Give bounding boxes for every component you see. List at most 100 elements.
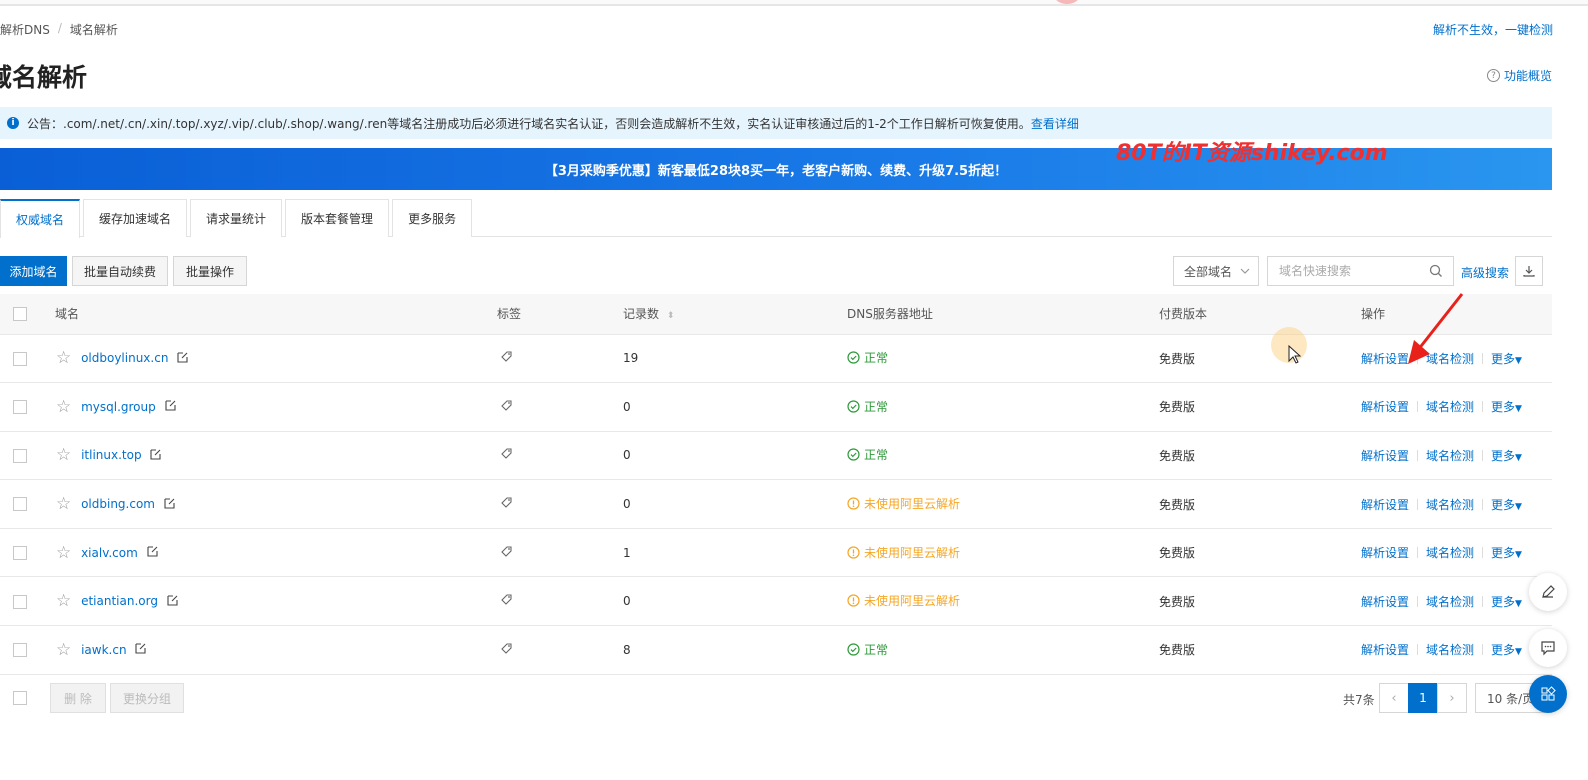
dns-status-text: 正常 (864, 399, 889, 414)
star-icon[interactable]: ☆ (56, 591, 71, 611)
add-domain-button[interactable]: 添加域名 (0, 256, 67, 286)
notice-detail-link[interactable]: 查看详细 (1031, 117, 1079, 131)
domain-link[interactable]: etiantian.org (81, 594, 158, 608)
header-records[interactable]: 记录数 ⬍ (623, 294, 847, 335)
dns-settings-link[interactable]: 解析设置 (1361, 447, 1409, 464)
edit-icon[interactable] (177, 351, 189, 366)
domain-search-input[interactable] (1268, 257, 1418, 285)
domain-check-link[interactable]: 域名检测 (1426, 398, 1474, 415)
tab-more-services[interactable]: 更多服务 (392, 199, 473, 237)
overview-link[interactable]: ? 功能概览 (1486, 67, 1552, 84)
edit-icon[interactable] (150, 448, 162, 463)
plan-version: 免费版 (1159, 448, 1196, 463)
tab-request-stats[interactable]: 请求量统计 (190, 199, 283, 237)
delete-button[interactable]: 删 除 (50, 683, 106, 713)
domain-link[interactable]: mysql.group (81, 400, 156, 414)
apps-float-button[interactable] (1529, 675, 1567, 713)
domain-link[interactable]: iawk.cn (81, 643, 126, 657)
star-icon[interactable]: ☆ (56, 494, 71, 514)
star-icon[interactable]: ☆ (56, 543, 71, 563)
domain-check-link[interactable]: 域名检测 (1426, 544, 1474, 561)
plan-version: 免费版 (1159, 546, 1196, 561)
header-dns-server: DNS服务器地址 (847, 294, 1159, 335)
tag-icon[interactable] (500, 399, 513, 415)
chat-float-button[interactable] (1529, 629, 1567, 667)
edit-icon[interactable] (167, 594, 179, 609)
dns-status-text: 未使用阿里云解析 (864, 594, 961, 609)
dns-status: 未使用阿里云解析 (847, 544, 960, 561)
more-dropdown[interactable]: 更多▼ (1491, 593, 1522, 610)
edit-icon[interactable] (147, 545, 159, 560)
domain-check-link[interactable]: 域名检测 (1426, 496, 1474, 513)
dns-settings-link[interactable]: 解析设置 (1361, 496, 1409, 513)
advanced-search-link[interactable]: 高级搜索 (1461, 264, 1509, 281)
tab-cache-domains[interactable]: 缓存加速域名 (83, 199, 188, 237)
select-all-checkbox[interactable] (13, 307, 27, 321)
one-click-detect-link[interactable]: 解析不生效，一键检测 (1433, 21, 1553, 38)
divider (1417, 644, 1419, 656)
change-group-button[interactable]: 更换分组 (110, 683, 184, 713)
row-checkbox[interactable] (13, 351, 27, 366)
batch-renew-button[interactable]: 批量自动续费 (72, 256, 168, 286)
search-icon[interactable] (1429, 264, 1443, 278)
star-icon[interactable]: ☆ (56, 445, 71, 465)
edit-float-button[interactable] (1529, 573, 1567, 611)
dns-status: 正常 (847, 398, 888, 415)
dns-status-text: 正常 (864, 642, 889, 657)
row-checkbox[interactable] (13, 448, 27, 463)
tab-authoritative-domains[interactable]: 权威域名 (0, 199, 81, 238)
dns-settings-link[interactable]: 解析设置 (1361, 544, 1409, 561)
domain-check-link[interactable]: 域名检测 (1426, 593, 1474, 610)
footer-select-all-checkbox[interactable] (13, 691, 27, 705)
download-button[interactable] (1515, 256, 1543, 286)
edit-icon[interactable] (135, 642, 147, 657)
breadcrumb: 云解析DNS / 域名解析 (0, 21, 118, 38)
tab-plan-management[interactable]: 版本套餐管理 (285, 199, 390, 237)
sort-icon[interactable]: ⬍ (667, 311, 675, 321)
domain-filter-select[interactable]: 全部域名 (1173, 256, 1259, 286)
more-dropdown[interactable]: 更多▼ (1491, 398, 1522, 415)
tag-icon[interactable] (500, 593, 513, 609)
more-dropdown[interactable]: 更多▼ (1491, 350, 1522, 367)
star-icon[interactable]: ☆ (56, 397, 71, 417)
tag-icon[interactable] (500, 447, 513, 463)
next-page-button[interactable]: › (1437, 683, 1467, 713)
tag-icon[interactable] (500, 496, 513, 512)
dns-settings-link[interactable]: 解析设置 (1361, 593, 1409, 610)
domain-check-link[interactable]: 域名检测 (1426, 447, 1474, 464)
domain-link[interactable]: itlinux.top (81, 448, 142, 462)
row-checkbox[interactable] (13, 594, 27, 609)
table-footer: 删 除 更换分组 共7条 ‹ 1 › 10 条/页 (0, 683, 1552, 713)
divider (1482, 595, 1484, 607)
table-row: ☆ oldboylinux.cn 19 正常 免费版 解析设置 域名检测 更多▼ (0, 334, 1552, 383)
mouse-cursor-icon (1288, 345, 1302, 364)
batch-operation-button[interactable]: 批量操作 (173, 256, 247, 286)
star-icon[interactable]: ☆ (56, 348, 71, 368)
more-dropdown[interactable]: 更多▼ (1491, 544, 1522, 561)
caret-down-icon: ▼ (1515, 647, 1522, 658)
dns-settings-link[interactable]: 解析设置 (1361, 398, 1409, 415)
domain-link[interactable]: oldboylinux.cn (81, 351, 168, 365)
tag-icon[interactable] (500, 642, 513, 658)
prev-page-button[interactable]: ‹ (1379, 683, 1409, 713)
tag-icon[interactable] (500, 350, 513, 366)
row-checkbox[interactable] (13, 643, 27, 658)
row-checkbox[interactable] (13, 400, 27, 415)
dns-status: 正常 (847, 446, 888, 463)
star-icon[interactable]: ☆ (56, 640, 71, 660)
row-checkbox[interactable] (13, 497, 27, 512)
row-checkbox[interactable] (13, 545, 27, 560)
more-dropdown[interactable]: 更多▼ (1491, 641, 1522, 658)
record-count: 0 (623, 594, 631, 609)
domain-link[interactable]: oldbing.com (81, 497, 155, 511)
domain-check-link[interactable]: 域名检测 (1426, 641, 1474, 658)
edit-icon[interactable] (165, 399, 177, 414)
breadcrumb-item-dns[interactable]: 云解析DNS (0, 21, 50, 38)
tag-icon[interactable] (500, 545, 513, 561)
edit-icon[interactable] (164, 497, 176, 512)
page-1-button[interactable]: 1 (1408, 683, 1438, 713)
domain-link[interactable]: xialv.com (81, 546, 138, 560)
more-dropdown[interactable]: 更多▼ (1491, 447, 1522, 464)
more-dropdown[interactable]: 更多▼ (1491, 496, 1522, 513)
dns-settings-link[interactable]: 解析设置 (1361, 641, 1409, 658)
